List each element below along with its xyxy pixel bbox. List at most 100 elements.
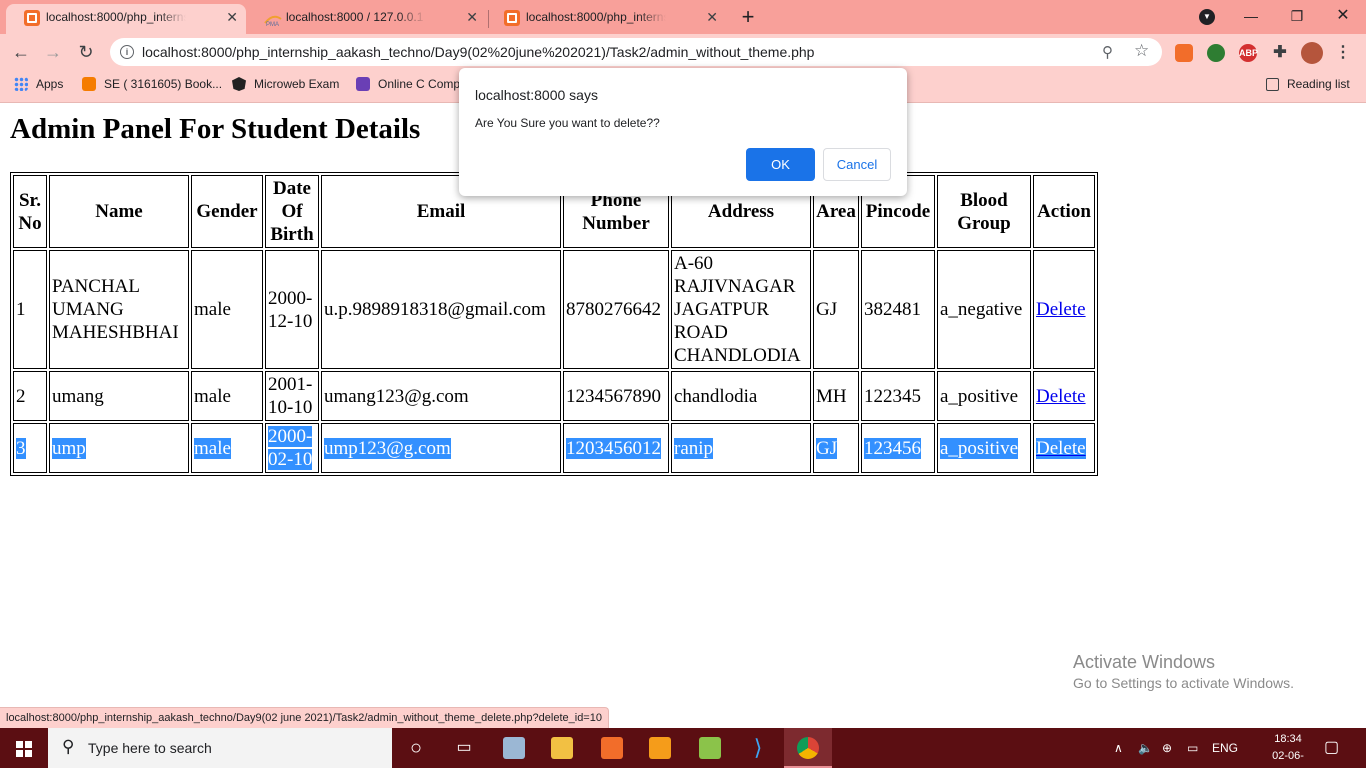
close-icon[interactable]: ✕ — [226, 4, 238, 31]
info-icon[interactable]: i — [120, 45, 134, 59]
close-icon[interactable]: ✕ — [466, 4, 478, 31]
delete-link[interactable]: Delete — [1036, 437, 1086, 459]
cell-email: umang123@g.com — [321, 371, 561, 421]
blogger-icon — [82, 77, 96, 91]
battery-icon[interactable]: ▭ — [1187, 728, 1198, 768]
volume-icon[interactable]: 🔈 — [1138, 728, 1153, 768]
address-bar[interactable]: i localhost:8000/php_internship_aakash_t… — [110, 38, 1162, 66]
svg-text:PMA: PMA — [266, 22, 279, 27]
tab-admin-page-2[interactable]: localhost:8000/php_internship_aakash_tec… — [486, 4, 726, 34]
tab-phpmyadmin[interactable]: PMA localhost:8000 / 127.0.0.1 / php_int… — [246, 4, 486, 34]
xampp-taskbar-icon[interactable] — [588, 728, 636, 768]
cell-area-text: GJ — [816, 437, 838, 459]
cell-email: u.p.9898918318@gmail.com — [321, 250, 561, 369]
confirm-dialog: localhost:8000 says Are You Sure you wan… — [459, 68, 907, 196]
minimize-button[interactable]: — — [1228, 0, 1274, 32]
cell-dob: 2000-12-10 — [265, 250, 319, 369]
header-name: Name — [49, 175, 189, 248]
tab-admin-page[interactable]: localhost:8000/php_internship_aakash_tec… — [6, 4, 246, 34]
cell-area: GJ — [813, 250, 859, 369]
cell-sr: 1 — [13, 250, 47, 369]
start-button[interactable] — [0, 728, 48, 768]
show-hidden-icons[interactable]: ∧ — [1114, 728, 1123, 768]
control-panel-icon[interactable] — [490, 728, 538, 768]
back-button[interactable]: ← — [8, 39, 34, 65]
cell-blood-group: a_positive — [937, 423, 1031, 473]
cell-area: GJ — [813, 423, 859, 473]
xampp-icon — [504, 10, 520, 26]
dialog-title: localhost:8000 says — [475, 87, 598, 103]
cell-action: Delete — [1033, 371, 1095, 421]
forward-button[interactable]: → — [40, 39, 66, 65]
xampp-icon — [24, 10, 40, 26]
close-icon[interactable]: ✕ — [706, 4, 718, 31]
cell-email-text: ump123@g.com — [324, 437, 451, 459]
browser-toolbar: ← → ↻ i localhost:8000/php_internship_aa… — [0, 34, 1366, 70]
reload-button[interactable]: ↻ — [73, 39, 99, 65]
bookmark-microweb[interactable]: Microweb Exam — [232, 70, 339, 98]
reading-list-label: Reading list — [1287, 77, 1350, 91]
cell-address: A-60 RAJIVNAGAR JAGATPUR ROAD CHANDLODIA — [671, 250, 811, 369]
tab-search-icon[interactable]: ▼ — [1199, 9, 1215, 25]
delete-link[interactable]: Delete — [1036, 386, 1086, 407]
cell-blood-text: a_positive — [940, 437, 1019, 459]
delete-link[interactable]: Delete — [1036, 299, 1086, 320]
bookmark-label: Microweb Exam — [254, 77, 340, 91]
search-placeholder: Type here to search — [88, 740, 212, 756]
bookmark-online-c[interactable]: Online C Comp — [356, 70, 460, 98]
xampp-ext-icon[interactable] — [1175, 44, 1193, 62]
task-view-icon[interactable]: ▭ — [440, 728, 488, 768]
maximize-button[interactable]: ❐ — [1274, 0, 1320, 32]
cortana-icon[interactable]: ○ — [392, 728, 440, 768]
cell-gender: male — [191, 250, 263, 369]
adblock-icon[interactable]: ABP — [1239, 44, 1258, 62]
new-tab-button[interactable]: + — [736, 4, 760, 30]
activate-windows-watermark: Activate Windows Go to Settings to activ… — [1073, 651, 1294, 693]
window-close-button[interactable]: ✕ — [1320, 0, 1366, 32]
sublime-text-icon[interactable] — [636, 728, 684, 768]
cell-sr: 3 — [13, 423, 47, 473]
language-indicator[interactable]: ENG — [1212, 728, 1238, 768]
bookmark-label: Online C Comp — [378, 77, 461, 91]
windows-taskbar: ⚲ Type here to search ○ ▭ ⟩ ∧ 🔈 ⊕ ▭ ENG … — [0, 728, 1366, 779]
cell-action: Delete — [1033, 423, 1095, 473]
delete-link-text: Delete — [1036, 437, 1086, 459]
menu-kebab-icon[interactable]: ⋮ — [1334, 44, 1352, 62]
cell-pincode: 382481 — [861, 250, 935, 369]
file-explorer-icon[interactable] — [538, 728, 586, 768]
tab-strip: localhost:8000/php_internship_aakash_tec… — [0, 0, 1366, 34]
cell-dob: 2001-10-10 — [265, 371, 319, 421]
header-blood-group: Blood Group — [937, 175, 1031, 248]
notifications-icon[interactable]: ▢ — [1324, 728, 1339, 768]
bookmark-se-book[interactable]: SE ( 3161605) Book... — [82, 70, 222, 98]
zoom-icon[interactable]: ⚲ — [1102, 43, 1113, 61]
vpn-ext-icon[interactable] — [1207, 44, 1225, 62]
bookmark-star-icon[interactable]: ☆ — [1134, 41, 1149, 61]
cell-phone: 8780276642 — [563, 250, 669, 369]
cell-pincode: 123456 — [861, 423, 935, 473]
cell-gender-text: male — [194, 437, 231, 459]
extensions-puzzle-icon[interactable]: ✚ — [1271, 44, 1289, 62]
bookmark-apps[interactable]: Apps — [14, 70, 63, 98]
url-text[interactable]: localhost:8000/php_internship_aakash_tec… — [142, 38, 814, 66]
reading-list-button[interactable]: Reading list — [1266, 70, 1350, 98]
cell-email: ump123@g.com — [321, 423, 561, 473]
cell-blood-group: a_positive — [937, 371, 1031, 421]
notepad-plus-icon[interactable] — [686, 728, 734, 768]
search-icon: ⚲ — [62, 737, 75, 756]
cell-dob: 2000-02-10 — [265, 423, 319, 473]
cancel-button[interactable]: Cancel — [823, 148, 891, 181]
angular-icon — [232, 77, 246, 91]
cell-address: chandlodia — [671, 371, 811, 421]
chrome-icon[interactable] — [784, 728, 832, 768]
taskbar-search[interactable]: ⚲ Type here to search — [48, 728, 392, 768]
avatar[interactable] — [1301, 42, 1323, 64]
ok-button[interactable]: OK — [746, 148, 815, 181]
clock[interactable]: 18:34 02-06-2021 — [1268, 731, 1308, 782]
network-icon[interactable]: ⊕ — [1162, 728, 1172, 768]
apps-grid-icon — [14, 77, 28, 91]
cell-action: Delete — [1033, 250, 1095, 369]
table-row-selected: 3 ump male 2000-02-10 ump123@g.com 12034… — [13, 423, 1095, 473]
header-action: Action — [1033, 175, 1095, 248]
vscode-icon[interactable]: ⟩ — [734, 728, 782, 768]
